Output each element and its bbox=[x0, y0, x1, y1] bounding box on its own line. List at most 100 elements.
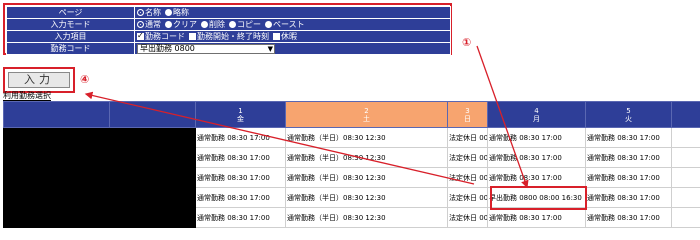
schedule-cell[interactable]: 通常勤務（半日）08:30 12:30 bbox=[285, 127, 448, 148]
schedule-cell[interactable]: 通常勤務 08:30 17:00 bbox=[487, 207, 586, 228]
redacted-employee-cell bbox=[3, 147, 110, 168]
target-cell-highlight bbox=[490, 186, 587, 210]
schedule-cell[interactable]: 通常勤務 08:30 17:00 bbox=[487, 147, 586, 168]
schedule-cell[interactable]: 通常勤務 08:30 17:00 bbox=[585, 207, 672, 228]
schedule-header-row: 1金2土3日4月5火 bbox=[3, 101, 700, 128]
radio-option[interactable]: コピー bbox=[229, 20, 261, 29]
option-label: 勤務コード bbox=[145, 32, 185, 41]
radio-option[interactable]: ペースト bbox=[265, 20, 305, 29]
schedule-cell[interactable]: 通常勤務 08:30 17:00 bbox=[195, 127, 286, 148]
redacted-employee-cell bbox=[109, 207, 196, 228]
schedule-cell[interactable]: 通常勤務（半日）08:30 12:30 bbox=[285, 147, 448, 168]
schedule-cell[interactable]: 通常勤務（半日）08:30 12:30 bbox=[285, 207, 448, 228]
schedule-cell[interactable]: 通常勤務 08:30 17:00 bbox=[585, 147, 672, 168]
settings-value: 通常 クリア 削除 コピー ペースト bbox=[134, 18, 451, 31]
redacted-employee-cell bbox=[3, 167, 110, 188]
radio-option[interactable]: 略称 bbox=[165, 8, 189, 17]
redacted-employee-cell bbox=[3, 207, 110, 228]
settings-value: 早出勤務 0800 ▼ bbox=[134, 42, 451, 55]
schedule-cell[interactable]: 法定休日 00:00 00:00 bbox=[447, 207, 488, 228]
schedule-cell[interactable]: 通常勤務 08:30 17:00 bbox=[487, 167, 586, 188]
marker-4: ④ bbox=[80, 73, 90, 86]
schedule-cell[interactable]: 法定休日 00:00 00:00 bbox=[447, 147, 488, 168]
header-overflow-cell bbox=[671, 101, 700, 128]
schedule-cell[interactable]: 通常勤務 08:30 17:00 bbox=[585, 167, 672, 188]
day-header: 2土 bbox=[285, 101, 448, 128]
radio-option[interactable]: 削除 bbox=[201, 20, 225, 29]
day-header: 3日 bbox=[447, 101, 488, 128]
settings-value: 勤務コード 勤務開始・終了時刻 休暇 bbox=[134, 30, 451, 43]
day-number: 1 bbox=[238, 106, 243, 115]
checkbox-icon[interactable] bbox=[137, 32, 144, 41]
redacted-employee-cell bbox=[3, 187, 110, 208]
settings-row: ページ 名称 略称 bbox=[6, 6, 451, 19]
redacted-employee-cell bbox=[109, 127, 196, 148]
option-label: クリア bbox=[173, 20, 197, 29]
option-label: ペースト bbox=[273, 20, 305, 29]
radio-icon[interactable] bbox=[137, 9, 144, 16]
settings-value: 名称 略称 bbox=[134, 6, 451, 19]
option-label: 休暇 bbox=[281, 32, 297, 41]
checkbox-icon[interactable] bbox=[189, 33, 196, 40]
radio-icon[interactable] bbox=[229, 21, 236, 28]
radio-icon[interactable] bbox=[165, 9, 172, 16]
overflow-cell bbox=[671, 167, 700, 188]
chevron-down-icon: ▼ bbox=[267, 45, 273, 53]
redacted-employee-cell bbox=[3, 127, 110, 148]
schedule-cell[interactable]: 通常勤務 08:30 17:00 bbox=[195, 207, 286, 228]
schedule-cell[interactable]: 通常勤務（半日）08:30 12:30 bbox=[285, 187, 448, 208]
schedule-cell[interactable]: 通常勤務 08:30 17:00 bbox=[195, 147, 286, 168]
schedule-cell[interactable]: 通常勤務 08:30 17:00 bbox=[585, 187, 672, 208]
table-row: 通常勤務 08:30 17:00 通常勤務（半日）08:30 12:30 法定休日 … bbox=[3, 187, 700, 208]
settings-label: ページ bbox=[6, 6, 135, 19]
work-selection-label[interactable]: 利用勤務選択 bbox=[3, 91, 51, 101]
settings-row: 勤務コード 早出勤務 0800 ▼ bbox=[6, 42, 451, 55]
overflow-cell bbox=[671, 127, 700, 148]
redacted-employee-cell bbox=[109, 187, 196, 208]
day-header: 5火 bbox=[585, 101, 672, 128]
schedule-cell[interactable]: 法定休日 00:00 00:00 bbox=[447, 187, 488, 208]
checkbox-option[interactable]: 勤務コード bbox=[137, 32, 185, 41]
table-row: 通常勤務 08:30 17:00 通常勤務（半日）08:30 12:30 法定休日 … bbox=[3, 167, 700, 188]
settings-label: 入力項目 bbox=[6, 30, 135, 43]
radio-option[interactable]: 通常 bbox=[137, 20, 161, 29]
day-of-week: 火 bbox=[625, 114, 632, 123]
table-row: 通常勤務 08:30 17:00 通常勤務（半日）08:30 12:30 法定休日 … bbox=[3, 127, 700, 148]
schedule-cell[interactable]: 通常勤務 08:30 17:00 bbox=[585, 127, 672, 148]
schedule-cell[interactable]: 法定休日 00:00 00:00 bbox=[447, 127, 488, 148]
day-number: 2 bbox=[364, 106, 369, 115]
schedule-cell[interactable]: 法定休日 00:00 00:00 bbox=[447, 167, 488, 188]
checkbox-option[interactable]: 休暇 bbox=[273, 32, 297, 41]
day-header: 1金 bbox=[195, 101, 286, 128]
checkbox-option[interactable]: 勤務開始・終了時刻 bbox=[189, 32, 269, 41]
option-label: 通常 bbox=[145, 20, 161, 29]
redacted-employee-cell bbox=[109, 147, 196, 168]
radio-icon[interactable] bbox=[137, 21, 144, 28]
day-number: 4 bbox=[534, 106, 539, 115]
table-row: 通常勤務 08:30 17:00 通常勤務（半日）08:30 12:30 法定休日 … bbox=[3, 207, 700, 228]
checkbox-icon[interactable] bbox=[273, 33, 280, 40]
settings-panel: ページ名称略称入力モード通常クリア削除コピーペースト入力項目勤務コード勤務開始・… bbox=[3, 3, 452, 55]
settings-row: 入力モード 通常 クリア 削除 コピー ペースト bbox=[6, 18, 451, 31]
day-of-week: 土 bbox=[363, 114, 370, 123]
schedule-grid: 1 金 2 土 3 日 4 月 5 火通常勤務 08:30 17:00 通常勤務（半日）08:30 … bbox=[3, 101, 700, 228]
work-code-select[interactable]: 早出勤務 0800 ▼ bbox=[137, 44, 275, 54]
redacted-employee-cell bbox=[109, 167, 196, 188]
overflow-cell bbox=[671, 147, 700, 168]
schedule-cell[interactable]: 通常勤務（半日）08:30 12:30 bbox=[285, 167, 448, 188]
day-number: 5 bbox=[626, 106, 631, 115]
schedule-cell[interactable]: 通常勤務 08:30 17:00 bbox=[487, 127, 586, 148]
day-header: 4月 bbox=[487, 101, 586, 128]
input-button[interactable]: 入力 bbox=[8, 72, 70, 88]
radio-icon[interactable] bbox=[165, 21, 172, 28]
radio-option[interactable]: 名称 bbox=[137, 8, 161, 17]
radio-icon[interactable] bbox=[201, 21, 208, 28]
schedule-cell[interactable]: 通常勤務 08:30 17:00 bbox=[195, 187, 286, 208]
radio-icon[interactable] bbox=[265, 21, 272, 28]
settings-label: 入力モード bbox=[6, 18, 135, 31]
marker-1: ① bbox=[462, 36, 472, 49]
settings-row: 入力項目 勤務コード 勤務開始・終了時刻 休暇 bbox=[6, 30, 451, 43]
day-number: 3 bbox=[465, 106, 470, 115]
radio-option[interactable]: クリア bbox=[165, 20, 197, 29]
schedule-cell[interactable]: 通常勤務 08:30 17:00 bbox=[195, 167, 286, 188]
